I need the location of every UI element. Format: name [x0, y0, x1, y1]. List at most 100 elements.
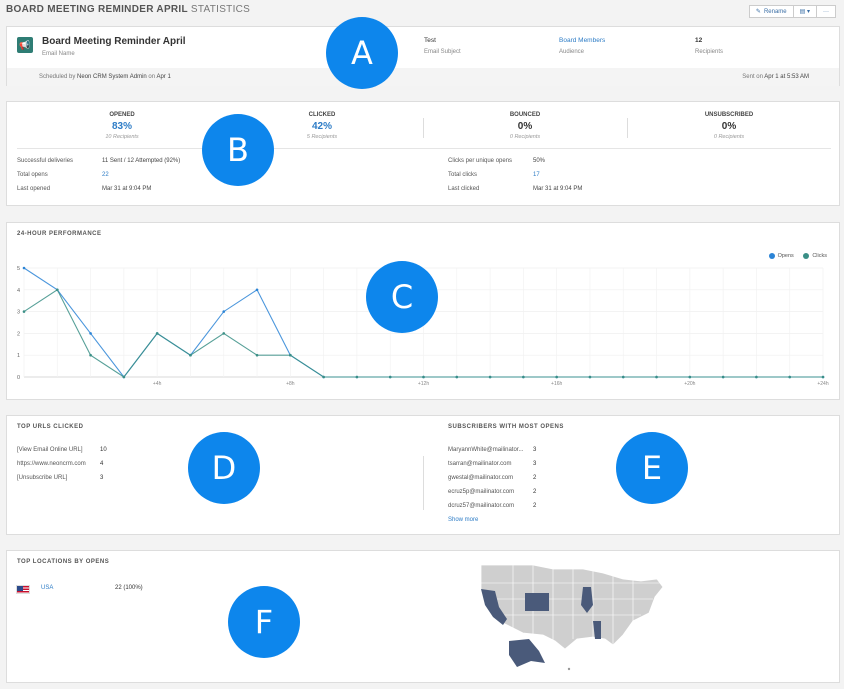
stat-clicked[interactable]: CLICKED 42% 5 Recipients: [267, 112, 377, 140]
colorado-highlight: [525, 593, 549, 611]
detail-right-2-value: Mar 31 at 9:04 PM: [533, 186, 583, 192]
scheduled-date: Apr 1: [156, 74, 171, 80]
x-tick-label-16: +16h: [551, 381, 562, 387]
us-flag-icon: [16, 585, 30, 594]
page-title: BOARD MEETING REMINDER APRIL STATISTICS: [6, 4, 250, 15]
detail-right-1-label: Total clicks: [448, 172, 478, 178]
subscriber-row-3-email[interactable]: ecruz5p@mailinator.com: [448, 489, 514, 495]
point-clicks-7: [255, 353, 259, 357]
y-tick-label-3: 3: [17, 310, 20, 316]
stat-unsubscribed: UNSUBSCRIBED 0% 0 Recipients: [674, 112, 784, 140]
urls-subscribers-card: TOP URLS CLICKED [View Email Online URL]…: [6, 415, 840, 535]
locations-card: TOP LOCATIONS BY OPENS USA 22 (100%): [6, 550, 840, 683]
point-clicks-3: [122, 375, 126, 379]
more-button[interactable]: ···: [816, 5, 836, 18]
stat-bounced: BOUNCED 0% 0 Recipients: [470, 112, 580, 140]
detail-right-0-value: 50%: [533, 158, 546, 164]
location-country-link[interactable]: USA: [41, 585, 53, 591]
detail-right-0-label: Clicks per unique opens: [448, 158, 513, 164]
detail-left-2-label: Last opened: [17, 186, 51, 192]
stat-unsubscribed-label: UNSUBSCRIBED: [704, 112, 754, 118]
stat-opened-sub: 10 Recipients: [105, 134, 139, 140]
annotation-b: B: [202, 114, 274, 186]
x-tick-label-24: +24h: [817, 381, 828, 387]
audience-link[interactable]: Board Members: [559, 37, 605, 44]
subscriber-row-2-email[interactable]: gwestal@mailinator.com: [448, 475, 513, 481]
stat-clicked-sub: 5 Recipients: [306, 134, 338, 140]
email-name: Board Meeting Reminder April: [42, 36, 186, 47]
sent-date: Apr 1 at 5:53 AM: [764, 74, 809, 80]
sent-prefix: Sent on: [742, 74, 763, 80]
detail-left-2-value: Mar 31 at 9:04 PM: [102, 186, 152, 192]
summary-card: 📢 Board Meeting Reminder April Email Nam…: [6, 26, 840, 86]
stat-divider-1: [423, 118, 424, 138]
y-tick-label-0: 0: [17, 375, 20, 381]
section-divider: [423, 456, 424, 510]
url-row-0-count: 10: [100, 447, 107, 453]
x-tick-label-12: +12h: [418, 381, 429, 387]
subscriber-row-2-count: 2: [533, 475, 537, 481]
subscriber-row-1-email[interactable]: tsarran@mailinator.com: [448, 461, 511, 467]
recipients-caption: Recipients: [695, 49, 724, 55]
point-clicks-18: [621, 375, 625, 379]
more-icon: ···: [823, 8, 829, 15]
scheduled-info: Scheduled by Neon CRM System Admin on Ap…: [39, 74, 171, 80]
annotation-f: F: [228, 586, 300, 658]
scheduled-on-word: on: [148, 74, 156, 80]
locations-title: TOP LOCATIONS BY OPENS: [17, 559, 110, 565]
sent-info: Sent on Apr 1 at 5:53 AM: [742, 74, 809, 80]
scheduled-prefix: Scheduled by: [39, 74, 76, 80]
x-tick-label-4: +4h: [153, 381, 162, 387]
copy-dropdown-button[interactable]: ▤ ▾: [792, 5, 817, 18]
page-title-suffix: STATISTICS: [190, 4, 251, 15]
stat-opened[interactable]: OPENED 83% 10 Recipients: [67, 112, 177, 140]
point-clicks-5: [189, 353, 192, 357]
url-row-0-label[interactable]: [View Email Online URL]: [17, 447, 83, 453]
point-opens-0: [22, 266, 26, 270]
stats-card: OPENED 83% 10 Recipients CLICKED 42% 5 R…: [6, 101, 840, 206]
point-clicks-2: [89, 353, 92, 357]
copy-icon: ▤ ▾: [799, 9, 810, 15]
annotation-e: E: [616, 432, 688, 504]
audience-caption: Audience: [559, 49, 585, 55]
point-opens-6: [222, 310, 226, 313]
subscriber-row-0-email[interactable]: MaryannWhite@mailinator...: [448, 447, 523, 453]
url-row-2-label[interactable]: [Unsubscribe URL]: [17, 475, 67, 481]
y-tick-label-5: 5: [17, 266, 20, 272]
stat-opened-pct: 83%: [111, 121, 132, 132]
y-tick-label-1: 1: [17, 353, 20, 359]
total-clicks-link[interactable]: 17: [533, 172, 540, 178]
stat-divider-2: [627, 118, 628, 138]
email-name-caption: Email Name: [42, 51, 75, 57]
page-title-main: BOARD MEETING REMINDER APRIL: [6, 4, 188, 15]
point-clicks-6: [222, 332, 226, 335]
detail-left-0-value: 11 Sent / 12 Attempted (92%): [102, 158, 181, 164]
show-more-link[interactable]: Show more: [448, 517, 478, 523]
email-subject: Test: [424, 37, 436, 44]
scheduled-by: Neon CRM System Admin: [77, 74, 147, 80]
point-clicks-20: [688, 375, 692, 379]
total-opens-link[interactable]: 22: [102, 172, 109, 178]
x-tick-label-20: +20h: [684, 381, 695, 387]
stat-bounced-label: BOUNCED: [509, 112, 541, 118]
url-row-1-label[interactable]: https://www.neoncrm.com: [17, 461, 86, 467]
stat-unsubscribed-pct: 0%: [721, 121, 737, 132]
page-header: BOARD MEETING REMINDER APRIL STATISTICS …: [0, 0, 844, 22]
subscriber-row-1-count: 3: [533, 461, 537, 467]
annotation-a: A: [326, 17, 398, 89]
point-clicks-8: [289, 353, 292, 357]
point-clicks-19: [655, 375, 658, 379]
stat-clicked-label: CLICKED: [308, 112, 336, 118]
subscriber-row-4-email[interactable]: dcruz57@mailinator.com: [448, 503, 514, 509]
point-opens-2: [89, 332, 92, 335]
annotation-d: D: [188, 432, 260, 504]
rename-button[interactable]: ✎ Rename: [748, 5, 794, 18]
y-tick-label-2: 2: [17, 331, 20, 337]
megaphone-icon: 📢: [17, 37, 33, 53]
alaska-highlight: [509, 639, 545, 667]
detail-right-2-label: Last clicked: [448, 186, 480, 192]
stat-unsubscribed-sub: 0 Recipients: [713, 134, 745, 140]
point-clicks-12: [422, 375, 425, 379]
point-clicks-9: [322, 375, 325, 379]
point-clicks-1: [55, 288, 59, 292]
